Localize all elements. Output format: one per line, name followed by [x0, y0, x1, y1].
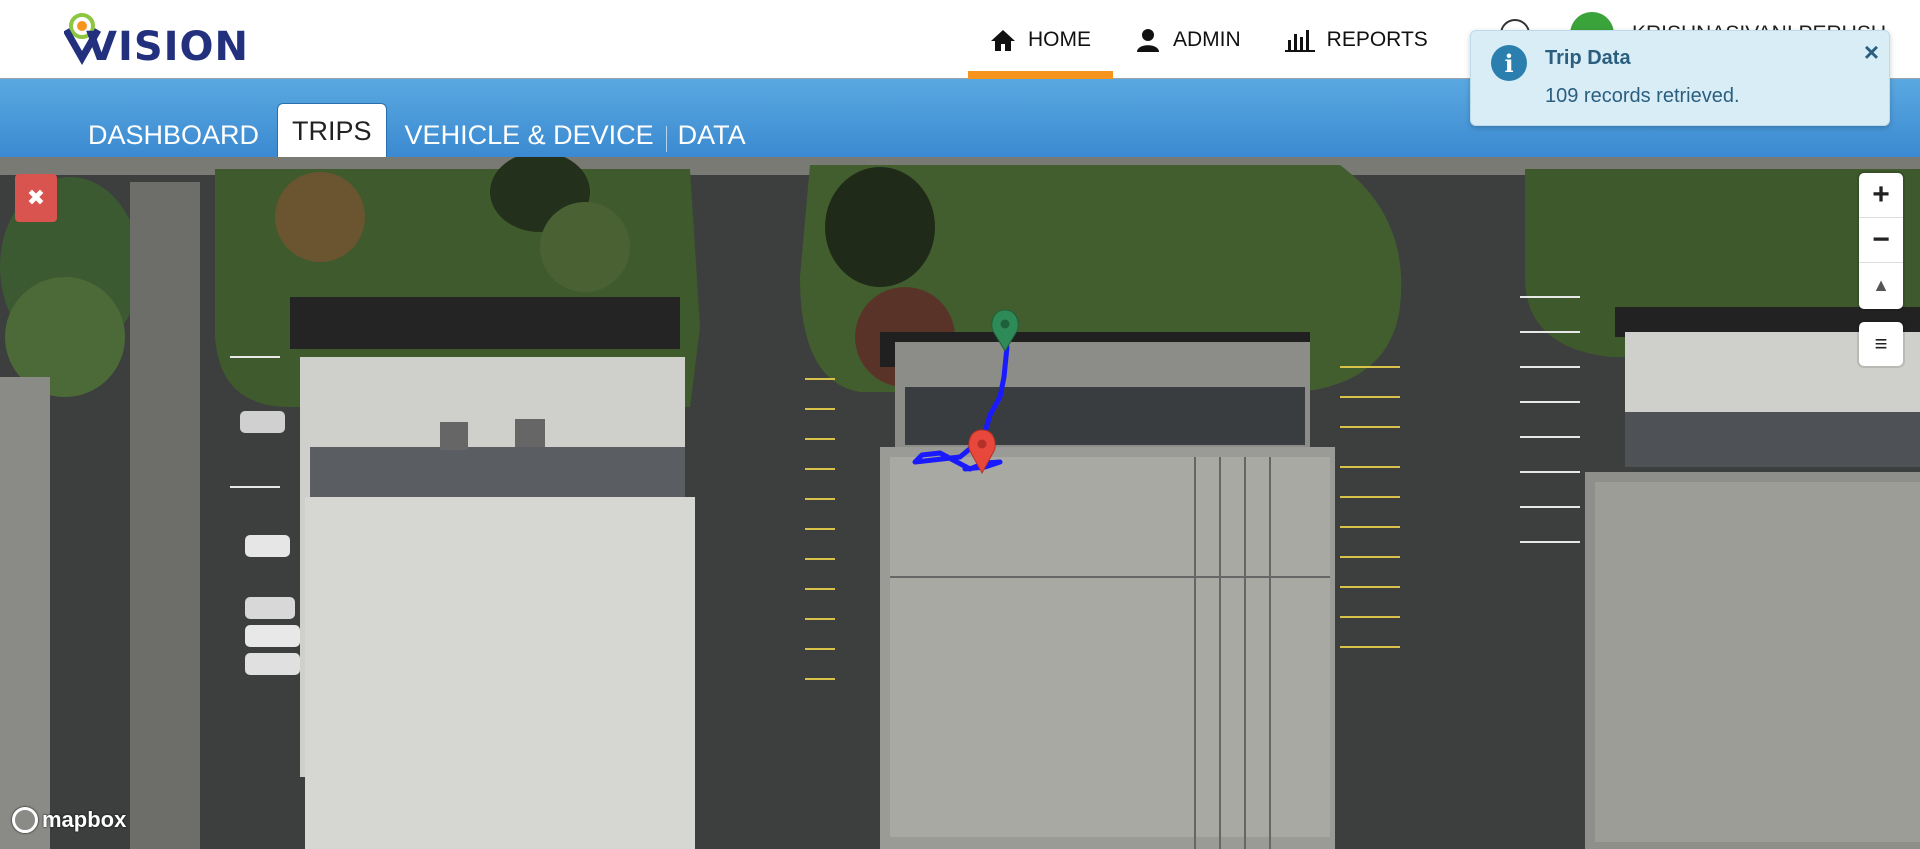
toast-title: Trip Data	[1545, 47, 1631, 69]
tab-trips[interactable]: TRIPS	[277, 103, 387, 161]
nav-home-label: HOME	[1028, 27, 1091, 51]
tab-vehicle-device[interactable]: VEHICLE & DEVICE	[393, 110, 666, 161]
info-toast: i Trip Data 109 records retrieved. ×	[1470, 30, 1890, 126]
satellite-imagery	[0, 157, 1920, 849]
tab-data[interactable]: DATA	[665, 110, 758, 161]
nav-reports-label: REPORTS	[1326, 27, 1428, 51]
user-icon	[1135, 27, 1161, 53]
nav-admin[interactable]: ADMIN	[1113, 0, 1263, 79]
layers-menu-button[interactable]: ≡	[1859, 322, 1903, 366]
zoom-out-button[interactable]: −	[1859, 218, 1903, 263]
home-icon	[990, 28, 1016, 52]
mapbox-attribution[interactable]: mapbox	[12, 807, 126, 833]
tab-dashboard[interactable]: DASHBOARD	[76, 110, 271, 161]
zoom-in-button[interactable]: +	[1859, 173, 1903, 218]
close-map-button[interactable]: ✖	[15, 174, 57, 222]
nav-admin-label: ADMIN	[1173, 27, 1241, 51]
info-icon: i	[1491, 45, 1527, 81]
main-nav: HOME ADMIN REPORTS	[968, 0, 1450, 79]
map-view[interactable]	[0, 157, 1920, 849]
bar-chart-icon	[1284, 28, 1315, 52]
toast-message: 109 records retrieved.	[1545, 85, 1740, 107]
mapbox-logo-icon	[12, 807, 38, 833]
compass-icon[interactable]: ▲	[1859, 263, 1903, 308]
toast-close-button[interactable]: ×	[1864, 37, 1879, 68]
brand-name: VISION	[86, 24, 250, 70]
nav-home[interactable]: HOME	[968, 0, 1113, 79]
nav-reports[interactable]: REPORTS	[1263, 0, 1450, 79]
mapbox-label: mapbox	[42, 807, 127, 832]
zoom-control: + − ▲	[1859, 173, 1903, 309]
